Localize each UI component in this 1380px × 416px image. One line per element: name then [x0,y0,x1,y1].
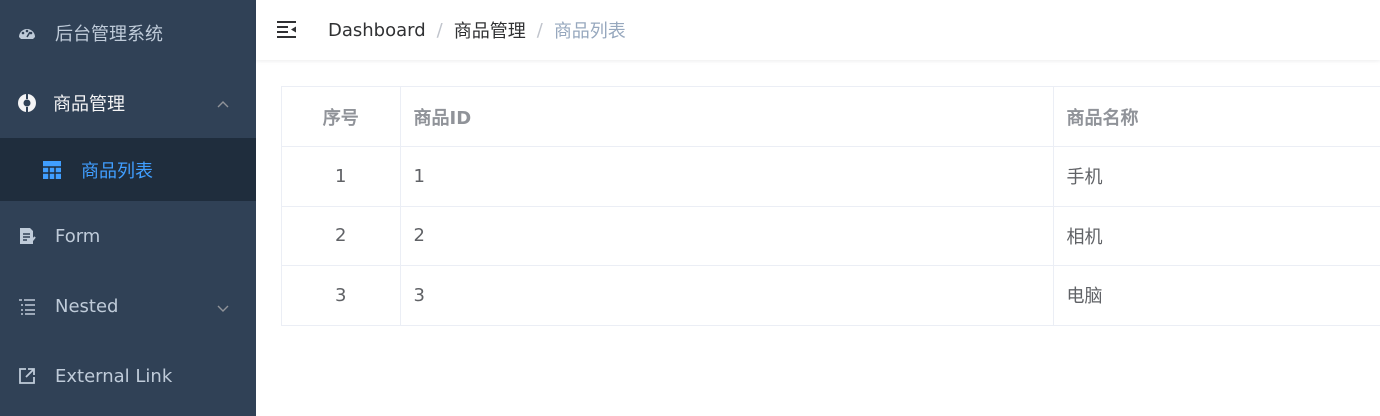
sidebar-item-label: Form [55,225,101,247]
sidebar-item-label: 商品管理 [53,94,125,115]
sidebar-subitem-label: 商品列表 [81,160,153,182]
breadcrumb-item-products[interactable]: 商品管理 [454,17,526,43]
cell-product-id: 2 [400,206,1054,266]
sidebar: 后台管理系统 商品管理 商品列表 Form Nested External Li… [0,0,256,416]
table-row[interactable]: 1 1 手机 [282,146,1380,207]
table-header-row: 序号 商品ID 商品名称 [282,87,1380,147]
cell-product-id: 1 [400,146,1054,207]
sidebar-item-external-link[interactable]: External Link [0,348,256,404]
breadcrumb-item-dashboard[interactable]: Dashboard [328,20,426,41]
cell-product-name: 相机 [1053,206,1380,266]
cell-product-name: 电脑 [1053,265,1380,326]
external-link-icon [17,366,37,386]
app: 后台管理系统 商品管理 商品列表 Form Nested External Li… [0,0,1380,416]
form-icon [17,226,37,246]
dashboard-icon [17,23,37,43]
breadcrumb: Dashboard / 商品管理 / 商品列表 [328,17,626,43]
chevron-up-icon [216,96,230,110]
sidebar-subitem-product-list[interactable]: 商品列表 [0,138,256,201]
cell-product-id: 3 [400,265,1054,326]
column-header-product-id: 商品ID [400,87,1054,147]
cell-product-name: 手机 [1053,146,1380,207]
column-header-index: 序号 [282,87,401,147]
target-icon [17,93,37,113]
breadcrumb-item-current: 商品列表 [553,21,626,42]
breadcrumb-separator: / [436,19,443,41]
sidebar-item-products[interactable]: 商品管理 [0,75,256,131]
sidebar-item-dashboard[interactable]: 后台管理系统 [0,5,256,61]
table-icon [43,160,61,179]
sidebar-item-form[interactable]: Form [0,208,256,264]
sidebar-item-nested[interactable]: Nested [0,278,256,334]
nested-list-icon [17,296,37,316]
chevron-down-icon [216,299,230,313]
navbar: Dashboard / 商品管理 / 商品列表 [256,0,1380,60]
breadcrumb-separator: / [536,19,543,41]
table-row[interactable]: 2 2 相机 [282,206,1380,266]
hamburger-icon[interactable] [276,18,298,40]
sidebar-item-label: Nested [55,295,119,317]
cell-index: 3 [282,265,401,326]
table-row[interactable]: 3 3 电脑 [282,265,1380,326]
cell-index: 1 [282,146,401,207]
sidebar-item-label: External Link [55,365,173,387]
cell-index: 2 [282,206,401,266]
product-table: 序号 商品ID 商品名称 1 1 手机 2 2 相机 3 3 电脑 [281,86,1380,326]
column-header-product-name: 商品名称 [1053,87,1380,147]
sidebar-item-label: 后台管理系统 [55,24,163,45]
